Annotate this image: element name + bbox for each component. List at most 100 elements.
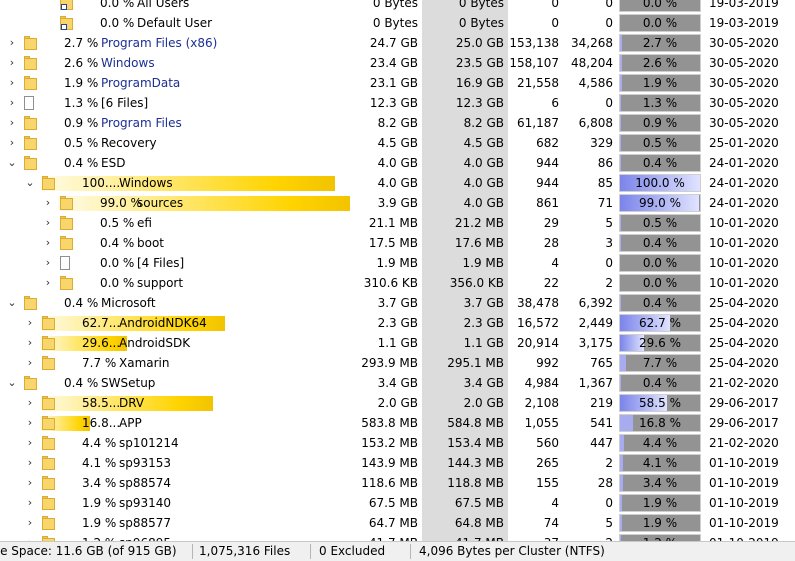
expand-chevron-icon[interactable]: ›: [6, 73, 18, 93]
tree-row[interactable]: › 2.6 % Windows 23.4 GB 23.5 GB 158,107 48,204…: [0, 53, 795, 73]
tree-row[interactable]: › 16.8... APP 583.8 MB 584.8 MB 1,055 541 16.8 …: [0, 413, 795, 433]
item-name[interactable]: sources: [137, 193, 183, 213]
item-name[interactable]: efi: [137, 213, 152, 233]
item-name[interactable]: boot: [137, 233, 164, 253]
item-name[interactable]: Windows: [119, 173, 173, 193]
status-bar: Free Space: 11.6 GB (of 915 GB) 1,075,31…: [0, 541, 795, 561]
item-name[interactable]: sp88574: [119, 473, 171, 493]
expand-chevron-icon[interactable]: ›: [42, 253, 54, 273]
tree-row[interactable]: › 1.9 % sp88577 64.7 MB 64.8 MB 74 5 1.9 % 01-10…: [0, 513, 795, 533]
tree-row[interactable]: › 58.5... DRV 2.0 GB 2.0 GB 2,108 219 58.5 % 29-…: [0, 393, 795, 413]
item-name[interactable]: Microsoft: [101, 293, 156, 313]
tree-row[interactable]: › 0.5 % Recovery 4.5 GB 4.5 GB 682 329 0.5 % 25-…: [0, 133, 795, 153]
tree-row[interactable]: › 62.7... AndroidNDK64 2.3 GB 2.3 GB 16,572 2,…: [0, 313, 795, 333]
size-value: 583.8 MB: [361, 416, 418, 430]
percent-of-parent-bar: 16.8 %: [619, 414, 701, 432]
expand-chevron-icon[interactable]: ›: [6, 33, 18, 53]
item-name[interactable]: SWSetup: [101, 373, 155, 393]
item-name[interactable]: Program Files: [101, 113, 182, 133]
allocated-value: 21.2 MB: [454, 216, 504, 230]
expand-chevron-icon[interactable]: ›: [42, 213, 54, 233]
size-value: 2.0 GB: [377, 396, 418, 410]
percent-of-parent: 0.0 %: [100, 0, 135, 10]
tree-row[interactable]: ⌄ 0.4 % ESD 4.0 GB 4.0 GB 944 86 0.4 % 24-01-202…: [0, 153, 795, 173]
files-count: 4: [551, 256, 559, 270]
tree-row[interactable]: 0.0 % Default User 0 Bytes 0 Bytes 0 0 0.0 % 19…: [0, 13, 795, 33]
item-name[interactable]: [4 Files]: [137, 253, 184, 273]
tree-row[interactable]: ⌄ 0.4 % SWSetup 3.4 GB 3.4 GB 4,984 1,367 0.4 %…: [0, 373, 795, 393]
percent-of-parent: 7.7 %: [82, 356, 117, 370]
expand-chevron-icon[interactable]: ›: [24, 493, 36, 513]
item-name[interactable]: sp88577: [119, 513, 171, 533]
expand-chevron-icon[interactable]: ›: [42, 273, 54, 293]
tree-row[interactable]: › 0.0 % support 310.6 KB 356.0 KB 22 2 0.0 % 10-…: [0, 273, 795, 293]
item-name[interactable]: sp93140: [119, 493, 171, 513]
files-count: 6: [551, 96, 559, 110]
item-name[interactable]: ProgramData: [101, 73, 180, 93]
expand-chevron-icon[interactable]: ›: [24, 333, 36, 353]
folders-count: 2: [605, 456, 613, 470]
item-name[interactable]: Default User: [137, 13, 212, 33]
item-name[interactable]: Program Files (x86): [101, 33, 217, 53]
item-name[interactable]: APP: [119, 413, 142, 433]
folders-count: 0: [605, 496, 613, 510]
percent-bar-label: 0.0 %: [642, 0, 678, 10]
collapse-chevron-icon[interactable]: ⌄: [24, 173, 36, 193]
tree-row[interactable]: › 0.0 % [4 Files] 1.9 MB 1.9 MB 4 0 0.0 % 10-01-…: [0, 253, 795, 273]
item-name[interactable]: ESD: [101, 153, 125, 173]
expand-chevron-icon[interactable]: ›: [6, 133, 18, 153]
tree-row[interactable]: › 3.4 % sp88574 118.6 MB 118.8 MB 155 28 3.4 % 0…: [0, 473, 795, 493]
tree-row[interactable]: ⌄ 100.... Windows 4.0 GB 4.0 GB 944 85 100.0 % 2…: [0, 173, 795, 193]
percent-of-parent-bar: 7.7 %: [619, 354, 701, 372]
expand-chevron-icon[interactable]: ›: [24, 513, 36, 533]
expand-chevron-icon[interactable]: ›: [24, 453, 36, 473]
expand-chevron-icon[interactable]: ›: [24, 313, 36, 333]
expand-chevron-icon[interactable]: ›: [24, 473, 36, 493]
item-name[interactable]: Xamarin: [119, 353, 170, 373]
item-name[interactable]: sp93153: [119, 453, 171, 473]
tree-row[interactable]: › 2.7 % Program Files (x86) 24.7 GB 25.0 GB 1…: [0, 33, 795, 53]
item-name[interactable]: All Users: [137, 0, 189, 13]
tree-row[interactable]: › 4.4 % sp101214 153.2 MB 153.4 MB 560 447 4.4 …: [0, 433, 795, 453]
tree-row[interactable]: › 1.3 % [6 Files] 12.3 GB 12.3 GB 6 0 1.3 % 30-0…: [0, 93, 795, 113]
tree-row[interactable]: › 4.1 % sp93153 143.9 MB 144.3 MB 265 2 4.1 % 01…: [0, 453, 795, 473]
tree-row[interactable]: › 0.4 % boot 17.5 MB 17.6 MB 28 3 0.4 % 10-01-20…: [0, 233, 795, 253]
tree-row[interactable]: › 0.9 % Program Files 8.2 GB 8.2 GB 61,187 6,8…: [0, 113, 795, 133]
item-name[interactable]: support: [137, 273, 183, 293]
item-name[interactable]: AndroidNDK64: [119, 313, 207, 333]
tree-row[interactable]: › 7.7 % Xamarin 293.9 MB 295.1 MB 992 765 7.7 %…: [0, 353, 795, 373]
tree-row[interactable]: › 29.6... AndroidSDK 1.1 GB 1.1 GB 20,914 3,17…: [0, 333, 795, 353]
folders-count: 3: [605, 236, 613, 250]
collapse-chevron-icon[interactable]: ⌄: [6, 373, 18, 393]
expand-chevron-icon[interactable]: ›: [24, 393, 36, 413]
item-name[interactable]: Windows: [101, 53, 155, 73]
percent-of-parent: 4.4 %: [82, 436, 117, 450]
item-name[interactable]: Recovery: [101, 133, 157, 153]
folder-tree-table[interactable]: 0.0 % All Users 0 Bytes 0 Bytes 0 0 0.0 % 19-03…: [0, 0, 795, 552]
folder-icon: [42, 436, 55, 450]
item-name[interactable]: AndroidSDK: [119, 333, 190, 353]
expand-chevron-icon[interactable]: ›: [42, 193, 54, 213]
tree-row[interactable]: › 99.0 % sources 3.9 GB 4.0 GB 861 71 99.0 % 24-…: [0, 193, 795, 213]
tree-row[interactable]: › 1.9 % sp93140 67.5 MB 67.5 MB 4 0 1.9 % 01-10-…: [0, 493, 795, 513]
tree-row[interactable]: › 0.5 % efi 21.1 MB 21.2 MB 29 5 0.5 % 10-01-202…: [0, 213, 795, 233]
expand-chevron-icon[interactable]: ›: [24, 353, 36, 373]
tree-row[interactable]: 0.0 % All Users 0 Bytes 0 Bytes 0 0 0.0 % 19-03…: [0, 0, 795, 13]
size-value: 1.1 GB: [377, 336, 418, 350]
item-name[interactable]: sp101214: [119, 433, 179, 453]
expand-chevron-icon[interactable]: ›: [24, 413, 36, 433]
folders-count: 447: [590, 436, 613, 450]
expand-chevron-icon[interactable]: ›: [6, 53, 18, 73]
expand-chevron-icon[interactable]: ›: [6, 93, 18, 113]
tree-row[interactable]: ⌄ 0.4 % Microsoft 3.7 GB 3.7 GB 38,478 6,392 0.…: [0, 293, 795, 313]
expand-chevron-icon[interactable]: ›: [42, 233, 54, 253]
item-name[interactable]: [6 Files]: [101, 93, 148, 113]
collapse-chevron-icon[interactable]: ⌄: [6, 153, 18, 173]
expand-chevron-icon[interactable]: ›: [6, 113, 18, 133]
tree-row[interactable]: › 1.9 % ProgramData 23.1 GB 16.9 GB 21,558 4,5…: [0, 73, 795, 93]
size-value: 23.4 GB: [369, 56, 418, 70]
expand-chevron-icon[interactable]: ›: [24, 433, 36, 453]
item-name[interactable]: DRV: [119, 393, 144, 413]
files-count: 21,558: [517, 76, 559, 90]
collapse-chevron-icon[interactable]: ⌄: [6, 293, 18, 313]
